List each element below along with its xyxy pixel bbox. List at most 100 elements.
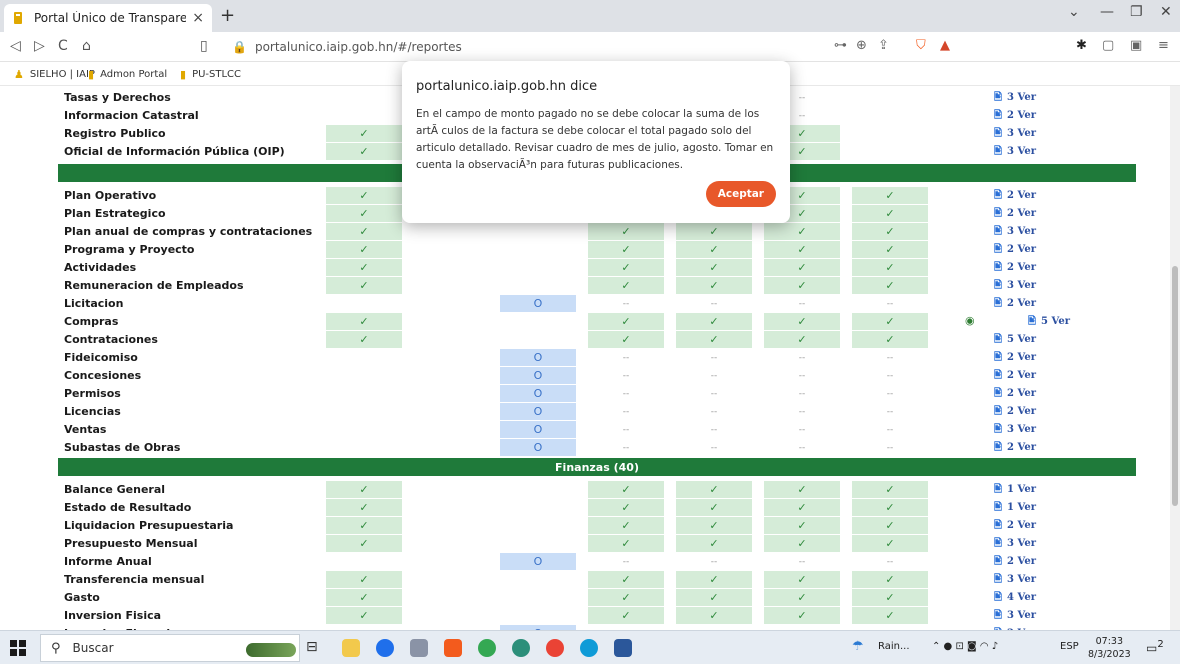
bookmark-sielho[interactable]: ♟ SIELHO | IAIP <box>14 68 95 81</box>
edge-icon[interactable] <box>376 639 394 657</box>
check-icon: ✓ <box>852 535 928 552</box>
new-tab-button[interactable]: + <box>220 5 235 26</box>
table-row: Compras ✓ ✓ ✓ ✓ ✓ ◉ 🖹 5 Ver <box>58 312 1136 330</box>
empty-dash: -- <box>886 556 894 567</box>
check-icon: ✓ <box>764 571 840 588</box>
table-row: Transferencia mensual ✓ ✓ ✓ ✓ ✓ 🖹 3 Ver <box>58 570 1136 588</box>
row-label: Balance General <box>64 483 166 496</box>
check-icon: ✓ <box>764 607 840 624</box>
bookmark-admon-portal[interactable]: ▮ Admon Portal <box>88 68 167 81</box>
back-icon[interactable]: ◁ <box>10 38 21 54</box>
chrome-alt-icon[interactable] <box>546 639 564 657</box>
bookmark-icon[interactable]: ▯ <box>200 38 208 54</box>
sidebar-icon[interactable]: ▢ <box>1102 38 1114 53</box>
ver-link[interactable]: 🖹 2 Ver <box>994 518 1036 535</box>
dialog-title: portalunico.iaip.gob.hn dice <box>416 79 598 94</box>
table-row: Contrataciones ✓ ✓ ✓ ✓ ✓ 🖹 5 Ver <box>58 330 1136 348</box>
tab-close-icon[interactable]: × <box>192 10 204 26</box>
clock[interactable]: 07:33 8/3/2023 <box>1088 635 1131 661</box>
bookmark-pu-stlcc[interactable]: ▮ PU-STLCC <box>180 68 241 81</box>
ver-link[interactable]: 🖹 2 Ver <box>994 554 1036 571</box>
address-bar[interactable]: 🔒 portalunico.iaip.gob.hn/#/reportes <box>232 40 462 54</box>
extensions-icon[interactable]: ✱ <box>1076 38 1087 53</box>
ver-link[interactable]: 🖹 3 Ver <box>994 422 1036 439</box>
document-icon: 🖹 <box>994 244 1003 255</box>
empty-dash: -- <box>710 556 718 567</box>
brave-icon[interactable] <box>444 639 462 657</box>
weather-text[interactable]: Rain... <box>878 641 910 652</box>
forward-icon[interactable]: ▷ <box>34 38 45 54</box>
menu-icon[interactable]: ≡ <box>1158 38 1169 53</box>
notifications-icon[interactable]: ▭2 <box>1146 639 1164 655</box>
ver-link[interactable]: 🖹 2 Ver <box>994 108 1036 125</box>
accept-button[interactable]: Aceptar <box>705 181 776 207</box>
ver-link[interactable]: 🖹 2 Ver <box>994 368 1036 385</box>
eye-icon[interactable]: ◉ <box>965 314 975 327</box>
check-icon: ✓ <box>764 277 840 294</box>
check-icon: ✓ <box>676 313 752 330</box>
check-icon: ✓ <box>326 205 402 222</box>
ver-link[interactable]: 🖹 3 Ver <box>994 536 1036 553</box>
chrome-icon[interactable] <box>478 639 496 657</box>
minimize-button[interactable]: — <box>1100 4 1114 20</box>
share-icon[interactable]: ⇪ <box>878 38 889 53</box>
language-indicator[interactable]: ESP <box>1060 641 1079 652</box>
wallet-icon[interactable]: ▣ <box>1130 38 1142 53</box>
key-icon[interactable]: ⊶ <box>834 38 847 53</box>
check-icon: ✓ <box>588 499 664 516</box>
home-icon[interactable]: ⌂ <box>82 38 91 54</box>
empty-dash: -- <box>798 298 806 309</box>
ver-link[interactable]: 🖹 1 Ver <box>994 500 1036 517</box>
app-icon[interactable] <box>410 639 428 657</box>
close-window-button[interactable]: ✕ <box>1160 4 1172 20</box>
page-scrollbar[interactable] <box>1170 86 1180 630</box>
ver-label: 2 Ver <box>1007 244 1036 255</box>
ver-link[interactable]: 🖹 2 Ver <box>994 242 1036 259</box>
empty-dash: -- <box>798 556 806 567</box>
ver-link[interactable]: 🖹 2 Ver <box>994 260 1036 277</box>
ver-link[interactable]: 🖹 2 Ver <box>994 386 1036 403</box>
windows-start-icon[interactable] <box>10 640 26 656</box>
brave-rewards-icon[interactable]: ▲ <box>940 38 950 53</box>
check-icon: ✓ <box>764 535 840 552</box>
portal-icon: ▮ <box>180 68 187 81</box>
ver-link[interactable]: 🖹 2 Ver <box>994 296 1036 313</box>
ver-link[interactable]: 🖹 3 Ver <box>994 608 1036 625</box>
row-label: Ventas <box>64 423 107 436</box>
check-icon: ✓ <box>764 313 840 330</box>
ver-link[interactable]: 🖹 2 Ver <box>994 188 1036 205</box>
ver-link[interactable]: 🖹 2 Ver <box>994 350 1036 367</box>
tab-search-icon[interactable]: ⌄ <box>1068 4 1080 20</box>
word-icon[interactable] <box>614 639 632 657</box>
ver-link[interactable]: 🖹 2 Ver <box>994 440 1036 457</box>
ver-link[interactable]: 🖹 3 Ver <box>994 126 1036 143</box>
ver-link[interactable]: 🖹 4 Ver <box>994 590 1036 607</box>
ver-link[interactable]: 🖹 3 Ver <box>994 144 1036 161</box>
ver-link[interactable]: 🖹 2 Ver <box>994 206 1036 223</box>
ver-link[interactable]: 🖹 3 Ver <box>994 90 1036 107</box>
scrollbar-thumb[interactable] <box>1172 266 1178 506</box>
zoom-icon[interactable]: ⊕ <box>856 38 867 53</box>
tray-icons[interactable]: ⌃ ● ⊡ ◙ ◠ ♪ <box>932 641 998 652</box>
table-row: Permisos O -- -- -- -- 🖹 2 Ver <box>58 384 1136 402</box>
edge-alt-icon[interactable] <box>580 639 598 657</box>
file-explorer-icon[interactable] <box>342 639 360 657</box>
reload-icon[interactable]: C <box>58 38 68 54</box>
chrome-profile-icon[interactable] <box>512 639 530 657</box>
browser-tab[interactable]: Portal Único de Transparencia × <box>4 4 212 32</box>
ver-link[interactable]: 🖹 2 Ver <box>994 404 1036 421</box>
maximize-button[interactable]: ❐ <box>1130 4 1143 20</box>
ver-link[interactable]: 🖹 5 Ver <box>1028 314 1070 331</box>
row-label: Estado de Resultado <box>64 501 192 514</box>
brave-shield-icon[interactable]: ⛉ <box>916 38 926 53</box>
ver-link[interactable]: 🖹 3 Ver <box>994 572 1036 589</box>
person-icon: ♟ <box>14 68 24 81</box>
task-view-icon[interactable]: ⊟ <box>306 639 324 657</box>
row-label: Oficial de Información Pública (OIP) <box>64 145 285 158</box>
ver-link[interactable]: 🖹 5 Ver <box>994 332 1036 349</box>
ver-link[interactable]: 🖹 3 Ver <box>994 278 1036 295</box>
ver-link[interactable]: 🖹 3 Ver <box>994 224 1036 241</box>
ver-link[interactable]: 🖹 1 Ver <box>994 482 1036 499</box>
search-icon: ⚲ <box>51 640 61 656</box>
empty-dash: -- <box>622 352 630 363</box>
